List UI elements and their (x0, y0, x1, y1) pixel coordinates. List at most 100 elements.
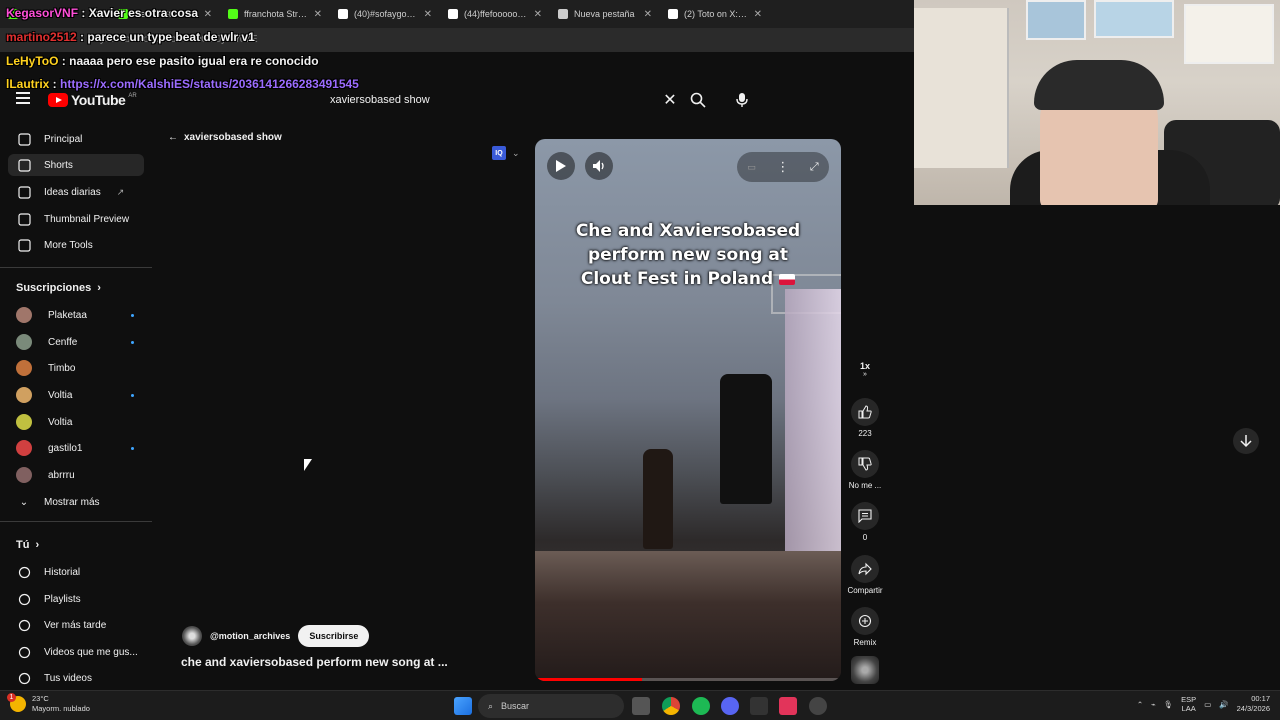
sidebar-item-ideas-diarias[interactable]: Ideas diarias ↗ (8, 181, 144, 203)
browser-tab[interactable]: ffranchota Stream ✕ (220, 0, 330, 28)
wall-poster (1026, 0, 1086, 40)
tiktok-icon (448, 9, 458, 19)
chat-username: KegasorVNF (6, 6, 79, 20)
remix-button[interactable]: Remix (845, 607, 885, 647)
display-icon[interactable]: ▭ (1204, 700, 1211, 709)
close-tab-icon[interactable]: ✕ (644, 9, 652, 20)
voice-search-button[interactable] (730, 86, 754, 114)
clear-search-icon[interactable]: ✕ (658, 90, 682, 110)
sidebar-item-label: Tus videos (44, 672, 92, 684)
show-more-button[interactable]: ⌄ Mostrar más (8, 491, 144, 513)
weather-widget[interactable]: 1 23°C Mayorm. nublado (7, 693, 90, 714)
short-video-player[interactable]: Che and Xaviersobased perform new song a… (535, 139, 841, 681)
sidebar-item-shorts[interactable]: Shorts (8, 154, 144, 176)
sidebar-item-principal[interactable]: Principal (8, 128, 144, 150)
dislike-button[interactable]: No me ... (845, 450, 885, 490)
browser-tab[interactable]: (44)ffefooooo (@ ✕ (440, 0, 550, 28)
subscribe-button[interactable]: Suscribirse (298, 625, 370, 647)
play-icon (556, 160, 566, 172)
sidebar-item-label: More Tools (44, 239, 93, 251)
video-progress-bar[interactable] (535, 678, 841, 681)
close-tab-icon[interactable]: ✕ (424, 9, 432, 20)
capcut-icon[interactable] (750, 697, 768, 715)
more-options-icon[interactable]: ⋮ (776, 159, 789, 175)
sidebar-item-thumbnail-preview[interactable]: Thumbnail Preview (8, 208, 144, 230)
you-header[interactable]: Tú › (16, 539, 39, 551)
sidebar-item-your-videos[interactable]: Tus videos (8, 667, 144, 689)
browser-tab[interactable]: Nueva pestaña ✕ (550, 0, 660, 28)
browser-tab[interactable]: (40)#sofaygo #lil ✕ (330, 0, 440, 28)
spotify-icon[interactable] (692, 697, 710, 715)
search-button[interactable] (684, 86, 712, 114)
sidebar-item-liked[interactable]: Videos que me gus... (8, 641, 144, 663)
subscription-item[interactable]: Cenffe (8, 331, 144, 353)
sound-thumbnail[interactable] (845, 656, 885, 684)
search-box[interactable]: xaviersobased show ✕ (320, 86, 682, 114)
clock[interactable]: 00:17 24/3/2026 (1237, 694, 1270, 714)
sidebar-item-watch-later[interactable]: Ver más tarde (8, 614, 144, 636)
app-icon[interactable] (779, 697, 797, 715)
volume-button[interactable] (585, 152, 613, 180)
sidebar-item-label: Shorts (44, 159, 73, 171)
streamer-cap (1034, 60, 1164, 110)
sidebar-item-label: Thumbnail Preview (44, 213, 130, 225)
play-button[interactable] (547, 152, 575, 180)
share-button[interactable]: Compartir (845, 555, 885, 595)
network-icon[interactable]: ⌁ (1151, 700, 1156, 709)
overlay-line: Che and Xaviersobased (575, 221, 801, 241)
next-short-button[interactable] (1233, 428, 1259, 454)
mic-tray-icon[interactable]: 🎙 (1164, 700, 1174, 709)
youtube-logo[interactable]: YouTube AR (48, 92, 137, 108)
input-language[interactable]: ESP LAA (1181, 695, 1196, 713)
chat-username: LeHyToO (6, 54, 59, 68)
comments-button[interactable]: 0 (845, 502, 885, 542)
performer-figure (643, 449, 673, 549)
close-tab-icon[interactable]: ✕ (754, 9, 762, 20)
search-icon (690, 92, 706, 108)
fullscreen-icon[interactable]: ⤢ (810, 161, 819, 174)
chrome-icon[interactable] (662, 697, 680, 715)
ideas-icon (16, 184, 32, 200)
captions-icon[interactable]: ▭ (747, 162, 756, 173)
like-button[interactable]: 223 (845, 398, 885, 438)
chevron-up-icon[interactable]: ⌃ (1137, 700, 1143, 709)
browser-tab-title: ffranchota Stream (244, 9, 308, 19)
file-explorer-icon[interactable] (632, 697, 650, 715)
subscription-item[interactable]: Plaketaa (8, 304, 144, 326)
watch-later-icon (16, 617, 32, 633)
new-content-dot (131, 446, 134, 450)
show-more-label: Mostrar más (44, 496, 100, 508)
search-input[interactable]: xaviersobased show (320, 94, 658, 106)
playback-speed-button[interactable]: 1x » (845, 361, 885, 378)
close-tab-icon[interactable]: ✕ (204, 9, 212, 20)
short-title[interactable]: che and xaviersobased perform new song a… (181, 655, 448, 669)
sidebar-divider (0, 267, 152, 268)
obs-icon[interactable] (809, 697, 827, 715)
sidebar-item-playlists[interactable]: Playlists (8, 588, 144, 610)
crowd (535, 551, 841, 681)
chat-username: lLautrix (6, 77, 50, 91)
subscription-item[interactable]: Voltia (8, 384, 144, 406)
back-to-search[interactable]: ← xaviersobased show (168, 132, 282, 143)
close-tab-icon[interactable]: ✕ (534, 9, 542, 20)
subscription-item[interactable]: gastilo1 (8, 437, 144, 459)
close-tab-icon[interactable]: ✕ (314, 9, 322, 20)
subscription-item[interactable]: abrrru (8, 464, 144, 486)
discord-icon[interactable] (721, 697, 739, 715)
dislike-label: No me ... (848, 481, 882, 490)
subscription-item[interactable]: Timbo (8, 357, 144, 379)
chat-separator: : (58, 54, 70, 68)
sidebar-item-history[interactable]: Historial (8, 561, 144, 583)
subscriptions-header[interactable]: Suscripciones › (16, 282, 101, 294)
extension-badge[interactable]: IQ ⌄ (492, 146, 520, 160)
sidebar-item-more-tools[interactable]: More Tools (8, 234, 144, 256)
volume-icon[interactable]: 🔊 (1219, 700, 1228, 709)
menu-icon[interactable] (16, 92, 30, 107)
channel-avatar[interactable] (182, 626, 202, 646)
right-panel (914, 205, 1280, 690)
browser-tab[interactable]: (2) Toto on X: "El ✕ (660, 0, 770, 28)
start-icon[interactable] (454, 697, 472, 715)
subscription-item[interactable]: Voltia (8, 411, 144, 433)
channel-name[interactable]: @motion_archives (210, 631, 290, 641)
taskbar-search[interactable]: ⌕ Buscar (478, 694, 624, 718)
